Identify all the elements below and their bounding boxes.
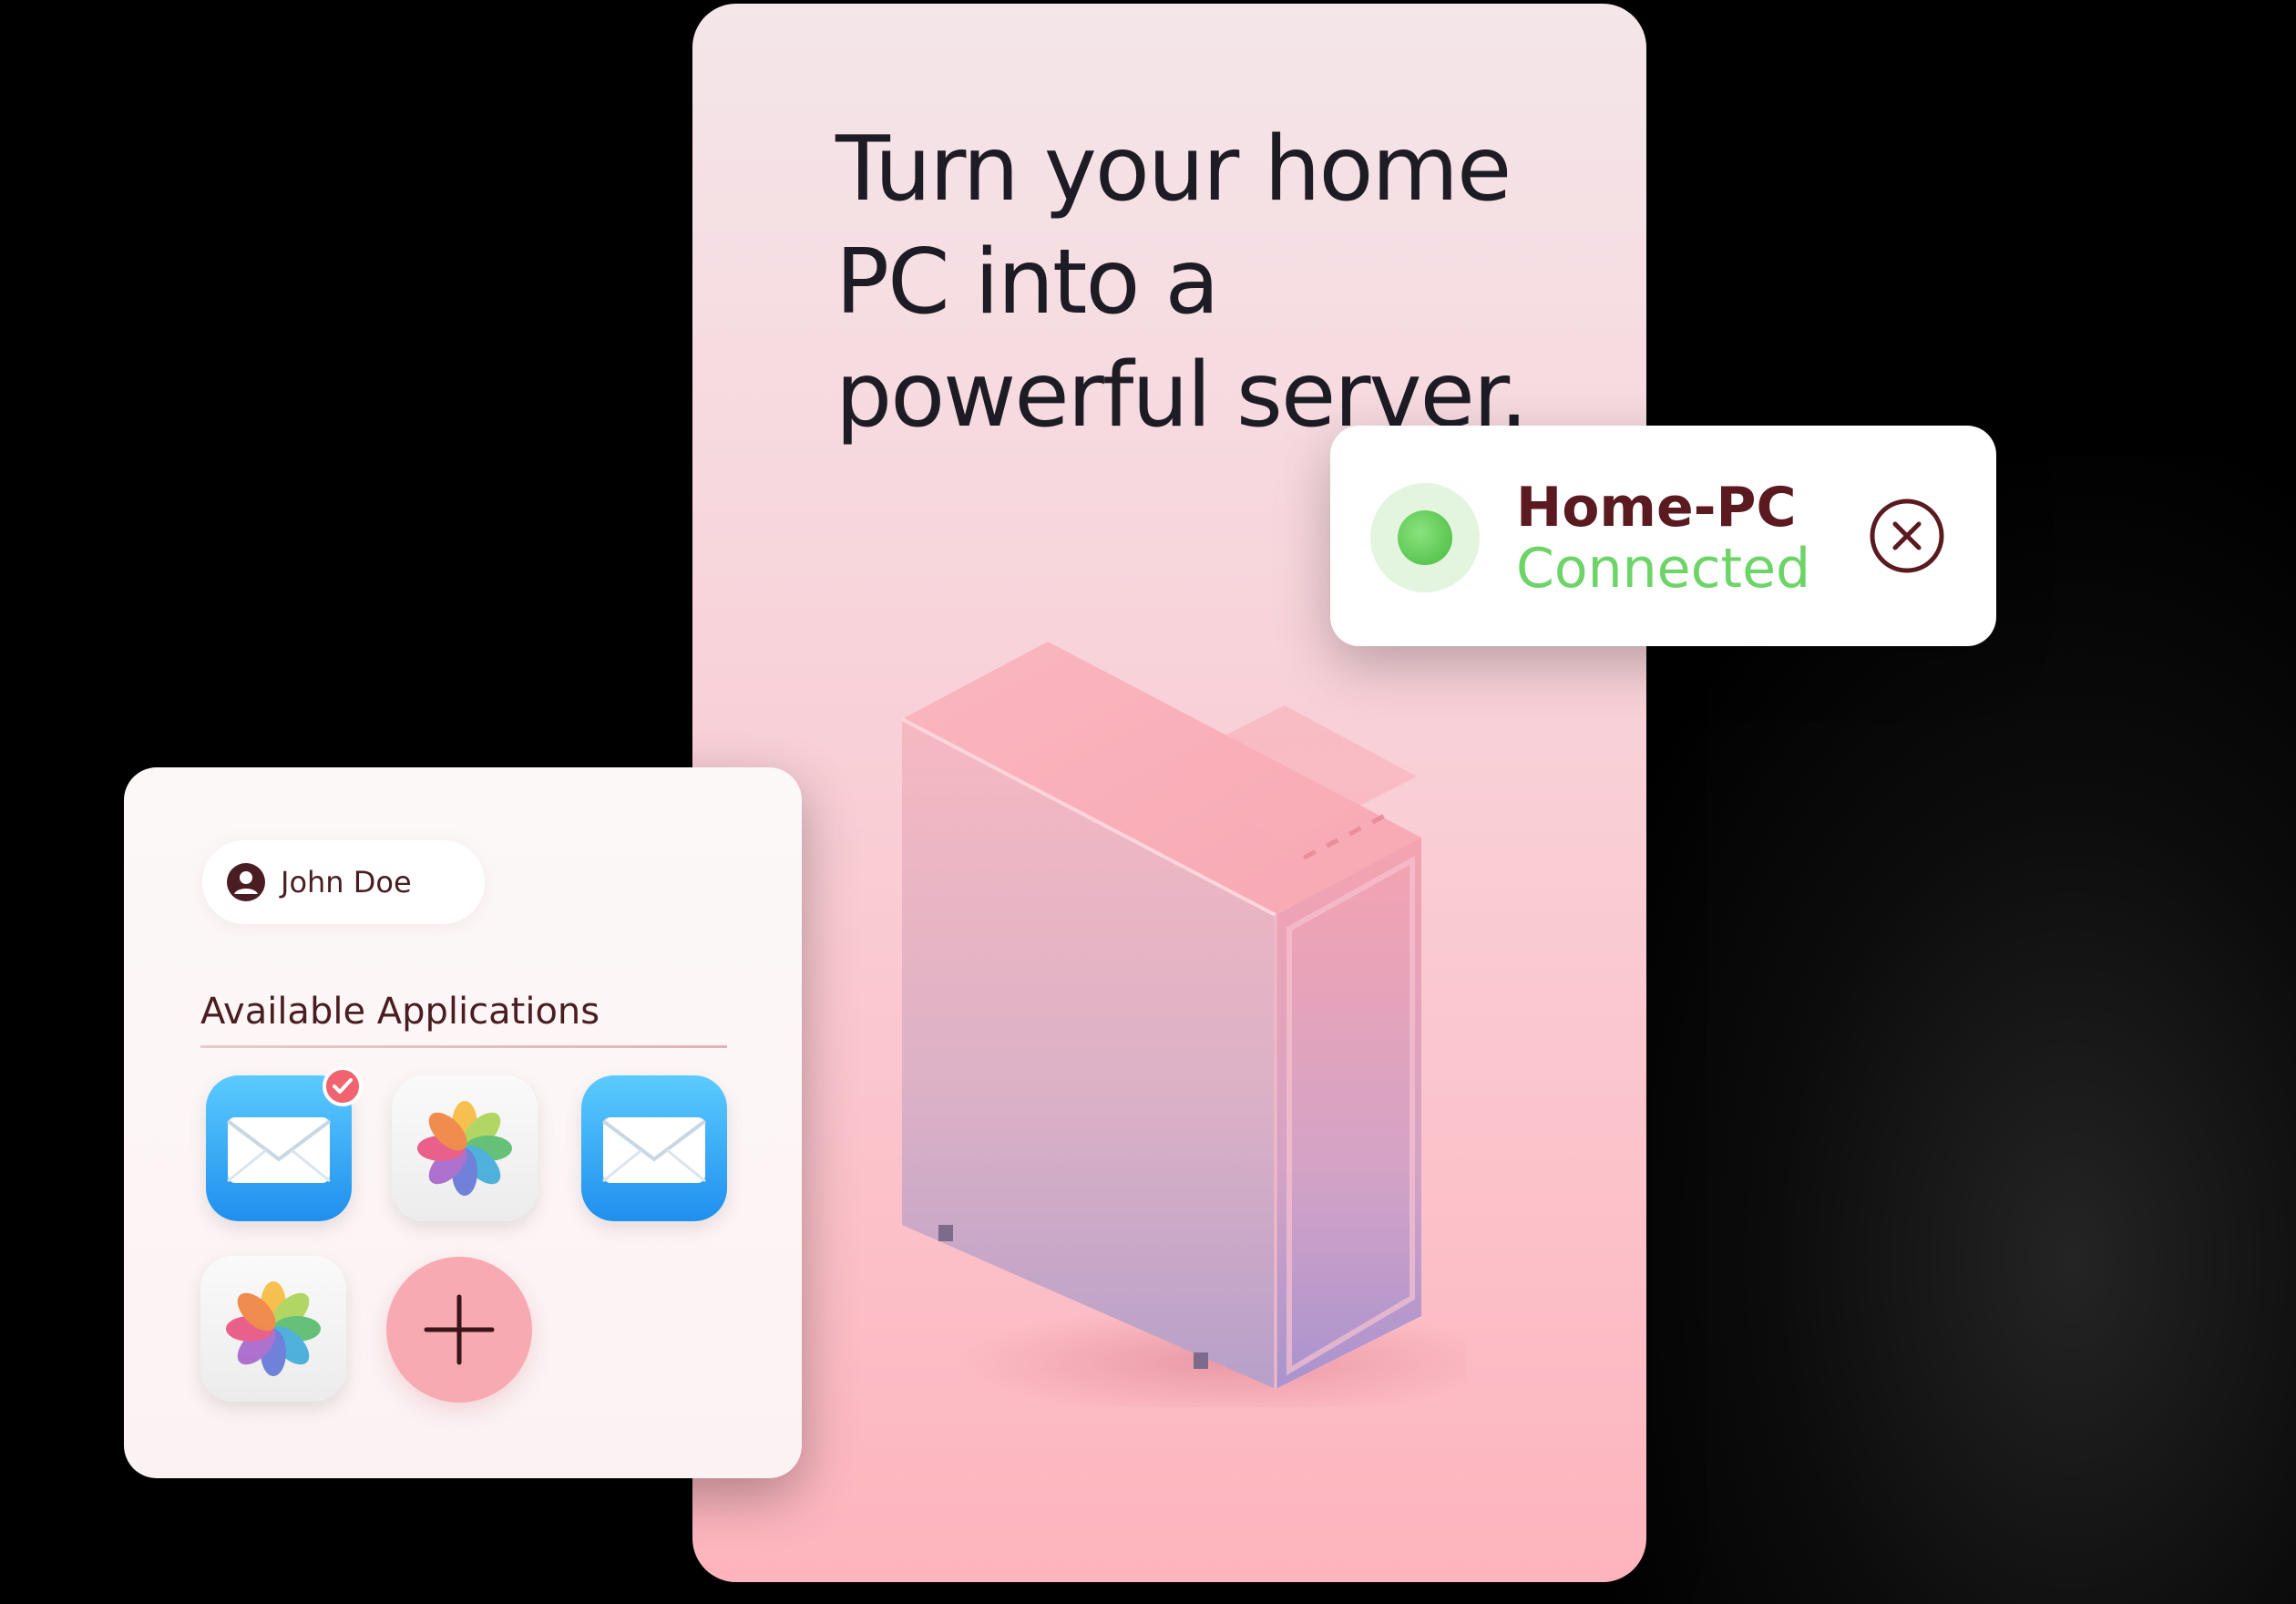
applications-panel: John Doe Available Applications [124,767,802,1478]
user-chip[interactable]: John Doe [202,840,485,924]
app-tile-mail[interactable] [581,1075,727,1221]
stage: Turn your home PC into a powerful server… [0,0,2296,1604]
user-avatar-icon [227,863,265,901]
close-circle-icon [1870,499,1944,573]
plus-icon [424,1294,495,1365]
mail-icon [601,1117,707,1183]
section-title: Available Applications [200,991,600,1033]
photos-icon [417,1101,512,1196]
hero-headline: Turn your home PC into a powerful server… [835,118,1528,447]
add-app-button[interactable] [386,1257,532,1403]
user-name: John Doe [281,865,412,900]
device-name: Home-PC [1516,476,1797,540]
status-indicator-dot [1398,510,1452,565]
selected-check-icon [323,1066,363,1106]
status-indicator-icon [1370,483,1480,592]
connection-status: Connected [1516,537,1811,601]
hero-card: Turn your home PC into a powerful server… [692,4,1646,1582]
app-tile-photos[interactable] [200,1256,346,1402]
photos-icon [226,1281,321,1376]
pc-tower-illustration [901,642,1467,1407]
section-divider [200,1045,727,1048]
disconnect-button[interactable] [1868,497,1946,575]
app-tile-photos[interactable] [392,1075,538,1221]
connection-card: Home-PC Connected [1330,426,1996,646]
